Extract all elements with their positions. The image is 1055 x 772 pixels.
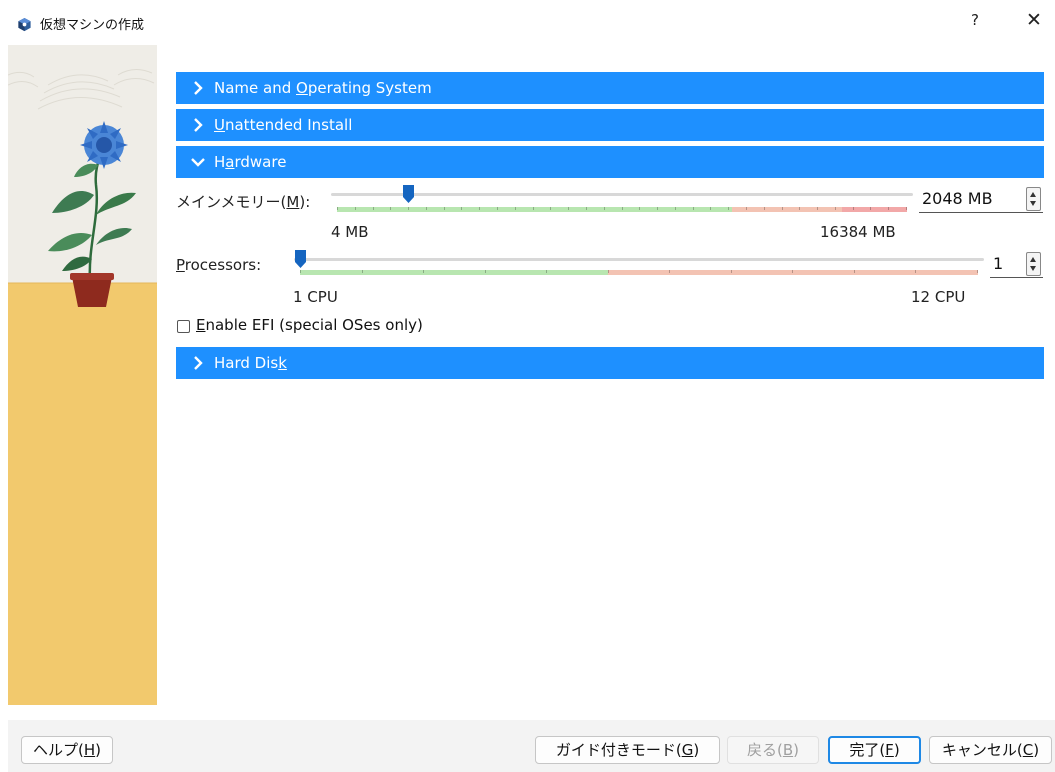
cancel-button[interactable]: キャンセル(C) (929, 736, 1052, 764)
scale-tick (782, 207, 783, 210)
scale-tick (853, 207, 854, 210)
scale-tick (337, 207, 338, 210)
enable-efi-checkbox[interactable] (177, 320, 190, 333)
spin-down-icon[interactable] (1030, 201, 1036, 206)
memory-spin-arrows[interactable] (1026, 187, 1041, 211)
scale-tick (854, 270, 855, 273)
scale-tick (622, 207, 623, 210)
scale-tick (444, 207, 445, 210)
chevron-right-icon (194, 356, 203, 370)
scale-tick (710, 207, 711, 210)
scale-tick (390, 207, 391, 210)
scale-tick (906, 207, 907, 210)
virtualbox-icon (18, 17, 31, 32)
scale-tick (515, 207, 516, 210)
scale-tick (479, 207, 480, 210)
memory-min-label: 4 MB (331, 223, 369, 241)
scale-tick (485, 270, 486, 273)
help-button[interactable]: ヘルプ(H) (21, 736, 113, 764)
memory-slider-handle[interactable] (403, 185, 414, 203)
finish-button[interactable]: 完了(F) (828, 736, 921, 764)
scale-warn-segment (732, 207, 842, 212)
memory-label: メインメモリー(M): (176, 193, 311, 211)
help-title-button[interactable]: ? (971, 11, 979, 29)
section-unattended-install[interactable]: Unattended Install (176, 109, 1044, 141)
processors-scale (300, 270, 978, 275)
section-name-and-os[interactable]: Name and Operating System (176, 72, 1044, 104)
scale-warn-segment (608, 270, 978, 275)
scale-tick (355, 207, 356, 210)
scale-tick (533, 207, 534, 210)
memory-slider-track[interactable] (331, 193, 913, 196)
scale-safe-segment (300, 270, 608, 275)
guided-mode-button[interactable]: ガイド付きモード(G) (535, 736, 720, 764)
memory-max-label: 16384 MB (820, 223, 896, 241)
enable-efi-label[interactable]: Enable EFI (special OSes only) (196, 316, 423, 334)
scale-tick (731, 270, 732, 273)
scale-tick (799, 207, 800, 210)
scale-tick (669, 270, 670, 273)
spin-up-icon[interactable] (1030, 192, 1036, 197)
scale-tick (728, 207, 729, 210)
chevron-down-icon (191, 158, 205, 167)
scale-tick (586, 207, 587, 210)
scale-tick (888, 207, 889, 210)
scale-tick (870, 207, 871, 210)
processors-spin-arrows[interactable] (1026, 252, 1041, 276)
close-button[interactable]: ✕ (1026, 9, 1042, 31)
scale-tick (977, 270, 978, 273)
scale-danger-segment (842, 207, 907, 212)
processors-min-label: 1 CPU (293, 288, 338, 306)
scale-tick (426, 207, 427, 210)
scale-tick (546, 270, 547, 273)
chevron-right-icon (194, 81, 203, 95)
memory-spinbox[interactable]: 2048 MB (919, 186, 1043, 213)
spin-down-icon[interactable] (1030, 266, 1036, 271)
window-title: 仮想マシンの作成 (40, 18, 145, 33)
scale-tick (657, 207, 658, 210)
scale-tick (746, 207, 747, 210)
section-label: Unattended Install (214, 116, 353, 134)
scale-tick (817, 207, 818, 210)
scale-tick (300, 270, 301, 273)
processors-label: Processors: (176, 256, 262, 274)
side-illustration (8, 45, 157, 705)
back-button[interactable]: 戻る(B) (727, 736, 819, 764)
scale-safe-segment (337, 207, 732, 212)
section-label: Hardware (214, 153, 287, 171)
scale-tick (373, 207, 374, 210)
processors-spinbox[interactable]: 1 (990, 251, 1043, 278)
processors-value[interactable]: 1 (993, 254, 1003, 273)
processors-slider-handle[interactable] (295, 250, 306, 268)
scale-tick (604, 207, 605, 210)
section-label: Hard Disk (214, 354, 287, 372)
scale-tick (764, 207, 765, 210)
scale-tick (408, 207, 409, 210)
section-hardware[interactable]: Hardware (176, 146, 1044, 178)
section-hard-disk[interactable]: Hard Disk (176, 347, 1044, 379)
title-bar: 仮想マシンの作成 ? ✕ (0, 0, 1055, 44)
memory-value[interactable]: 2048 MB (922, 189, 993, 208)
scale-tick (608, 270, 609, 273)
scale-tick (639, 207, 640, 210)
spin-up-icon[interactable] (1030, 257, 1036, 262)
scale-tick (497, 207, 498, 210)
scale-tick (362, 270, 363, 273)
scale-tick (568, 207, 569, 210)
scale-tick (835, 207, 836, 210)
scale-tick (675, 207, 676, 210)
processors-slider-track[interactable] (294, 258, 984, 261)
scale-tick (792, 270, 793, 273)
memory-scale (337, 207, 907, 212)
scale-tick (693, 207, 694, 210)
plant-illustration (8, 45, 157, 705)
chevron-right-icon (194, 118, 203, 132)
section-label: Name and Operating System (214, 79, 432, 97)
processors-max-label: 12 CPU (911, 288, 966, 306)
scale-tick (423, 270, 424, 273)
scale-tick (915, 270, 916, 273)
scale-tick (461, 207, 462, 210)
scale-tick (550, 207, 551, 210)
